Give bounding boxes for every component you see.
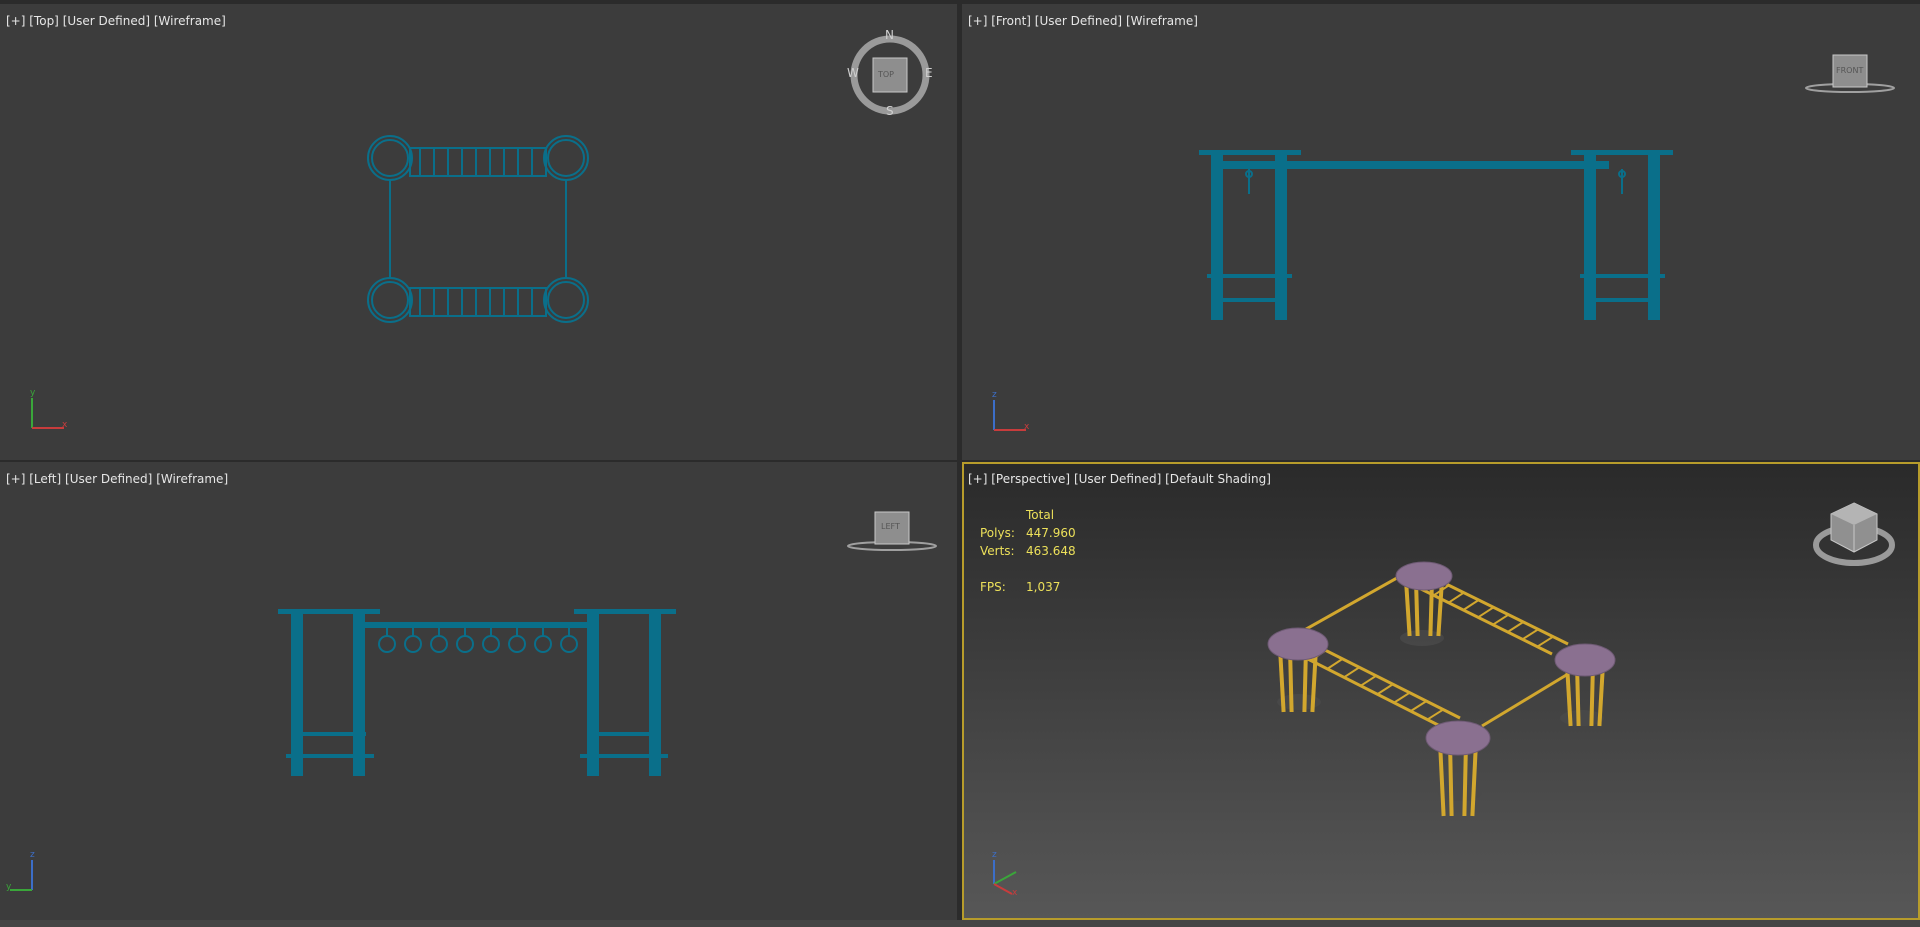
viewcube-face-left[interactable]: LEFT	[881, 522, 900, 531]
viewport-front[interactable]: [+] [Front] [User Defined] [Wireframe] F…	[962, 4, 1920, 460]
axis-tripod-perspective: z x	[988, 850, 1032, 898]
view-type-label[interactable]: [Perspective]	[991, 472, 1070, 486]
viewcube-left[interactable]: LEFT	[845, 508, 940, 558]
polys-label: Polys:	[980, 526, 1015, 540]
shading-mode-label[interactable]: [Default Shading]	[1165, 472, 1271, 486]
stats-header: Total	[1026, 508, 1055, 522]
axis-label-b: y	[6, 882, 12, 892]
verts-value: 463.648	[1026, 544, 1076, 558]
view-type-label[interactable]: [Front]	[991, 14, 1031, 28]
front-wireframe-model	[1199, 150, 1673, 320]
viewport-menu-button[interactable]: [+]	[968, 14, 987, 28]
viewport-label-left[interactable]: [+] [Left] [User Defined] [Wireframe]	[6, 472, 228, 486]
view-mode-label[interactable]: [User Defined]	[1074, 472, 1161, 486]
axis-label-a: z	[992, 850, 997, 860]
viewport-left[interactable]: [+] [Left] [User Defined] [Wireframe] LE…	[0, 462, 957, 920]
viewport-perspective[interactable]: [+] [Perspective] [User Defined] [Defaul…	[962, 462, 1920, 920]
verts-label: Verts:	[980, 544, 1015, 558]
axis-label-b: x	[62, 420, 68, 430]
perspective-shaded-model	[1267, 561, 1616, 817]
viewport-menu-button[interactable]: [+]	[6, 472, 25, 486]
shading-mode-label[interactable]: [Wireframe]	[156, 472, 228, 486]
shading-mode-label[interactable]: [Wireframe]	[154, 14, 226, 28]
viewcube-face-top[interactable]: TOP	[878, 70, 894, 79]
axis-tripod-top: y x	[28, 388, 68, 432]
polys-value: 447.960	[1026, 526, 1076, 540]
axis-label-b: x	[1024, 422, 1030, 432]
fps-label: FPS:	[980, 580, 1006, 594]
compass-east[interactable]: E	[925, 66, 933, 80]
viewport-label-perspective[interactable]: [+] [Perspective] [User Defined] [Defaul…	[968, 472, 1271, 486]
view-type-label[interactable]: [Left]	[29, 472, 61, 486]
view-mode-label[interactable]: [User Defined]	[65, 472, 152, 486]
compass-west[interactable]: W	[847, 66, 859, 80]
timeline-strip[interactable]	[0, 920, 1920, 927]
viewport-menu-button[interactable]: [+]	[6, 14, 25, 28]
shading-mode-label[interactable]: [Wireframe]	[1126, 14, 1198, 28]
axis-label-b: x	[1012, 888, 1018, 898]
view-mode-label[interactable]: [User Defined]	[63, 14, 150, 28]
left-wireframe-model	[278, 609, 676, 776]
viewcube-face-front[interactable]: FRONT	[1836, 66, 1863, 75]
compass-north[interactable]: N	[885, 28, 894, 42]
fps-value: 1,037	[1026, 580, 1061, 594]
axis-tripod-front: z x	[990, 390, 1030, 434]
axis-label-a: z	[992, 390, 997, 400]
top-wireframe-model	[367, 135, 589, 323]
viewport-top[interactable]: [+] [Top] [User Defined] [Wireframe] N S…	[0, 4, 957, 460]
view-type-label[interactable]: [Top]	[29, 14, 59, 28]
viewcube-perspective[interactable]	[1809, 498, 1899, 574]
viewport-menu-button[interactable]: [+]	[968, 472, 987, 486]
view-mode-label[interactable]: [User Defined]	[1035, 14, 1122, 28]
axis-label-a: z	[30, 850, 35, 860]
viewport-label-top[interactable]: [+] [Top] [User Defined] [Wireframe]	[6, 14, 226, 28]
viewcube-compass-top[interactable]: N S E W TOP	[845, 28, 935, 120]
compass-south[interactable]: S	[886, 104, 894, 118]
axis-label-a: y	[30, 388, 36, 398]
viewport-label-front[interactable]: [+] [Front] [User Defined] [Wireframe]	[968, 14, 1198, 28]
viewcube-front[interactable]: FRONT	[1802, 50, 1897, 100]
axis-tripod-left: z y	[6, 850, 46, 894]
